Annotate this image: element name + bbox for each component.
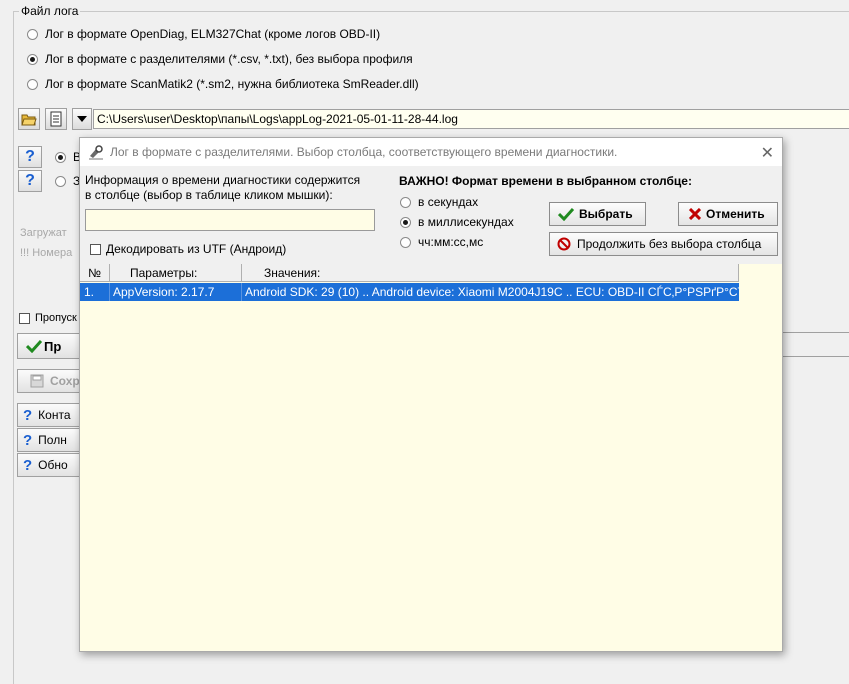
format-scanmatik-label: Лог в формате ScanMatik2 (*.sm2, нужна б…: [45, 77, 419, 91]
checkbox-box: [19, 312, 30, 324]
cancel-button[interactable]: Отменить: [678, 202, 778, 226]
format-opendiag-radio[interactable]: Лог в формате OpenDiag, ELM327Chat (кром…: [27, 25, 380, 43]
update-button[interactable]: ? Обно: [17, 453, 87, 477]
help-icon: ?: [23, 431, 33, 449]
option-radio-2[interactable]: З: [55, 172, 80, 190]
full-button-label: Полн: [38, 433, 67, 447]
format-csv-label: Лог в формате с разделителями (*.csv, *.…: [45, 52, 413, 66]
log-path-field[interactable]: C:\Users\user\Desktop\папы\Logs\appLog-2…: [93, 109, 849, 129]
time-hhmmss-radio[interactable]: чч:мм:сс,мс: [400, 233, 483, 251]
option-radio-1[interactable]: В: [55, 148, 81, 166]
continue-without-column-button[interactable]: Продолжить без выбора столбца: [549, 232, 778, 256]
close-icon[interactable]: ✕: [761, 143, 774, 163]
radio-indicator: [400, 236, 411, 248]
column-header-parameters[interactable]: Параметры:: [110, 264, 242, 282]
time-seconds-label: в секундах: [418, 195, 479, 209]
radio-indicator: [400, 216, 411, 228]
skip-checkbox-label: Пропуск: [35, 312, 77, 324]
dialog-title-bar: Лог в формате с разделителями. Выбор сто…: [80, 138, 782, 166]
path-dropdown-button[interactable]: [72, 108, 92, 130]
format-scanmatik-radio[interactable]: Лог в формате ScanMatik2 (*.sm2, нужна б…: [27, 75, 419, 93]
decode-utf-checkbox[interactable]: Декодировать из UTF (Андроид): [90, 242, 286, 256]
radio-indicator: [55, 175, 66, 187]
start-button-label: Пр: [44, 338, 62, 354]
row-parameters-cell[interactable]: AppVersion: 2.17.7: [110, 283, 242, 301]
radio-indicator: [55, 151, 66, 163]
file-list-button[interactable]: [45, 108, 67, 130]
cancel-button-label: Отменить: [706, 207, 765, 221]
save-button[interactable]: Сохр: [17, 369, 87, 393]
update-button-label: Обно: [38, 458, 68, 472]
checkmark-icon: [26, 339, 42, 353]
dialog-body: Информация о времени диагностики содержи…: [80, 166, 782, 651]
dialog-title: Лог в формате с разделителями. Выбор сто…: [110, 145, 618, 159]
log-file-group-title: Файл лога: [19, 4, 81, 18]
select-button-label: Выбрать: [579, 207, 633, 221]
contacts-button[interactable]: ? Конта: [17, 403, 87, 427]
help-icon[interactable]: ?: [18, 170, 42, 192]
columns-table[interactable]: № Параметры: Значения: 1. AppVersion: 2.…: [80, 264, 782, 651]
no-entry-icon: [557, 237, 571, 251]
row-values-cell[interactable]: Android SDK: 29 (10) .. Android device: …: [242, 283, 739, 301]
time-hhmmss-label: чч:мм:сс,мс: [418, 235, 484, 249]
contacts-button-label: Конта: [38, 408, 71, 422]
help-icon: ?: [23, 406, 33, 424]
continue-button-label: Продолжить без выбора столбца: [577, 237, 762, 251]
time-milliseconds-label: в миллисекундах: [418, 215, 514, 229]
time-milliseconds-radio[interactable]: в миллисекундах: [400, 213, 514, 231]
app-icon: [89, 145, 103, 160]
radio-indicator: [27, 78, 38, 90]
save-icon: [30, 374, 44, 388]
help-icon[interactable]: ?: [18, 146, 42, 168]
start-button[interactable]: Пр: [17, 333, 87, 359]
select-button[interactable]: Выбрать: [549, 202, 646, 226]
time-column-field[interactable]: [85, 209, 375, 231]
format-csv-radio[interactable]: Лог в формате с разделителями (*.csv, *.…: [27, 50, 413, 68]
save-button-label: Сохр: [50, 374, 80, 388]
checkmark-icon: [558, 207, 574, 221]
info-label: Информация о времени диагностики содержи…: [85, 173, 360, 203]
open-folder-icon: [21, 114, 37, 126]
table-row[interactable]: 1. AppVersion: 2.17.7 Android SDK: 29 (1…: [80, 283, 739, 301]
cancel-icon: [689, 208, 701, 220]
info-label-line-1: Информация о времени диагностики содержи…: [85, 173, 361, 187]
document-icon: [50, 111, 62, 127]
time-format-heading: ВАЖНО! Формат времени в выбранном столбц…: [399, 174, 692, 188]
full-button[interactable]: ? Полн: [17, 428, 87, 452]
radio-indicator: [27, 53, 38, 65]
dropdown-arrow-icon: [77, 116, 87, 122]
row-number-cell[interactable]: 1.: [80, 283, 110, 301]
decode-utf-label: Декодировать из UTF (Андроид): [106, 242, 287, 256]
column-select-dialog: Лог в формате с разделителями. Выбор сто…: [79, 137, 783, 652]
checkbox-box: [90, 243, 101, 255]
info-label-line-2: в столбце (выбор в таблице кликом мышки)…: [85, 188, 333, 202]
column-header-values[interactable]: Значения:: [242, 264, 739, 282]
radio-indicator: [27, 28, 38, 40]
help-icon: ?: [23, 456, 33, 474]
skip-checkbox[interactable]: Пропуск: [19, 312, 77, 324]
radio-indicator: [400, 196, 411, 208]
loading-status-text: Загружат: [20, 227, 67, 239]
time-seconds-radio[interactable]: в секундах: [400, 193, 478, 211]
numbers-warning-text: !!! Номера: [20, 247, 73, 259]
open-folder-button[interactable]: [18, 108, 40, 130]
format-opendiag-label: Лог в формате OpenDiag, ELM327Chat (кром…: [45, 27, 381, 41]
column-header-number[interactable]: №: [80, 264, 110, 282]
